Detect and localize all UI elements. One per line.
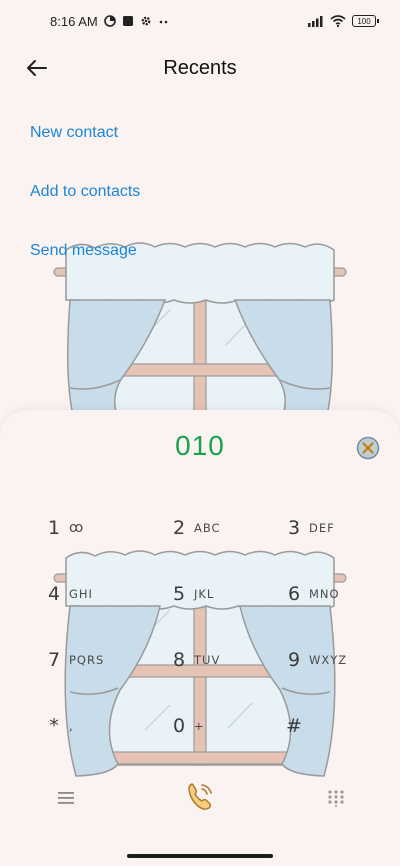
- key-5[interactable]: 5 JKL: [168, 572, 278, 616]
- key-digit: 2: [172, 517, 186, 539]
- signal-icon: [308, 15, 324, 27]
- key-letters: WXYZ: [309, 653, 348, 667]
- status-left: 8:16 AM: [50, 14, 170, 29]
- key-letters: +: [194, 719, 205, 733]
- key-digit: 7: [47, 649, 61, 671]
- key-letters: ,: [69, 719, 74, 733]
- home-indicator[interactable]: [127, 854, 273, 858]
- app-header: Recents: [0, 48, 400, 88]
- dialed-number[interactable]: 010: [0, 430, 400, 462]
- key-4[interactable]: 4 GHI: [43, 572, 153, 616]
- status-bar: 8:16 AM 100: [0, 0, 400, 42]
- key-3[interactable]: 3 DEF: [283, 506, 393, 550]
- key-2[interactable]: 2 ABC: [168, 506, 278, 550]
- key-9[interactable]: 9 WXYZ: [283, 638, 393, 682]
- key-letters: DEF: [309, 521, 335, 535]
- key-digit: 3: [287, 517, 301, 539]
- page-title: Recents: [163, 56, 237, 79]
- key-digit: 6: [287, 583, 301, 605]
- battery-level: 100: [357, 16, 371, 26]
- voicemail-icon: ꝏ: [69, 520, 85, 536]
- key-digit: 8: [172, 649, 186, 671]
- more-dots-icon: [158, 15, 170, 27]
- key-letters: PQRS: [69, 653, 105, 667]
- back-arrow-icon: [27, 60, 47, 76]
- key-star[interactable]: * ,: [43, 704, 153, 748]
- key-letters: TUV: [194, 653, 221, 667]
- clear-x-icon: [356, 436, 380, 460]
- key-7[interactable]: 7 PQRS: [43, 638, 153, 682]
- clear-button[interactable]: [356, 436, 380, 460]
- key-8[interactable]: 8 TUV: [168, 638, 278, 682]
- menu-button[interactable]: [54, 788, 78, 808]
- data-saver-icon: [103, 15, 116, 27]
- new-contact-link[interactable]: New contact: [30, 124, 118, 142]
- key-0[interactable]: 0 +: [168, 704, 278, 748]
- key-digit: *: [49, 715, 59, 737]
- keypad-grid-icon: [328, 790, 344, 807]
- key-digit: 0: [172, 715, 186, 737]
- bottom-action-bar: [0, 774, 400, 820]
- key-6[interactable]: 6 MNO: [283, 572, 393, 616]
- key-digit: #: [286, 715, 302, 737]
- call-button[interactable]: [182, 778, 218, 814]
- key-letters: GHI: [69, 587, 93, 601]
- status-right: 100: [308, 15, 379, 27]
- keypad-toggle-button[interactable]: [324, 786, 348, 810]
- battery-icon: 100: [352, 15, 379, 27]
- add-to-contacts-link[interactable]: Add to contacts: [30, 183, 140, 201]
- key-digit: 9: [287, 649, 301, 671]
- gear-icon: [140, 15, 152, 27]
- key-digit: 1: [47, 517, 61, 539]
- phone-call-icon: [188, 783, 212, 810]
- square-icon: [122, 15, 134, 27]
- key-letters: MNO: [309, 587, 340, 601]
- key-letters: ABC: [194, 521, 221, 535]
- key-hash[interactable]: #: [283, 704, 393, 748]
- back-button[interactable]: [22, 54, 52, 82]
- key-1[interactable]: 1 ꝏ: [43, 506, 153, 550]
- status-time: 8:16 AM: [50, 13, 98, 29]
- key-letters: JKL: [194, 587, 215, 601]
- wifi-icon: [330, 15, 346, 27]
- key-digit: 4: [47, 583, 61, 605]
- hamburger-menu-icon: [58, 792, 74, 804]
- key-digit: 5: [172, 583, 186, 605]
- send-message-link[interactable]: Send message: [30, 242, 137, 260]
